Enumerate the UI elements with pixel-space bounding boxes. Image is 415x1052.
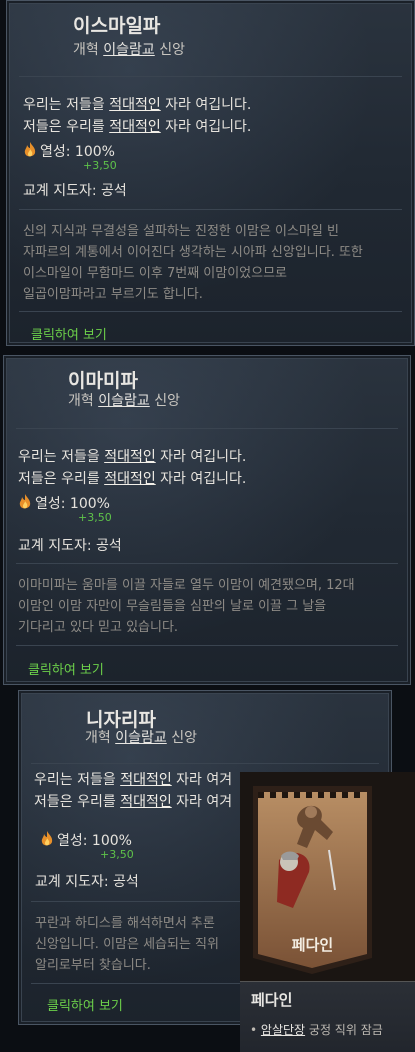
- info-title: 페다인: [251, 991, 293, 1009]
- hostility-line-2: 저들은 우리를 적대적인 자라 여깁니다.: [23, 119, 252, 135]
- crescent-moon-icon: [33, 21, 55, 65]
- flame-icon: [41, 831, 53, 846]
- banner-label: 페다인: [291, 936, 334, 954]
- fervor-bonus: +3,50: [83, 159, 117, 172]
- hostility-line-2: 저들은 우리를 적대적인 자라 여겨: [34, 794, 233, 810]
- hostile-link[interactable]: 적대적인: [109, 97, 161, 113]
- click-to-view[interactable]: 클릭하여 보기: [47, 995, 123, 1014]
- hostile-link[interactable]: 적대적인: [104, 449, 156, 465]
- flame-icon: [24, 142, 36, 157]
- divider: [19, 76, 402, 77]
- info-line: • 암살단장 궁정 직위 잠금: [250, 1023, 383, 1037]
- crescent-moon-icon: [41, 709, 63, 753]
- religion-link[interactable]: 이슬람교: [103, 42, 155, 58]
- crescent-moon-icon: [26, 374, 48, 418]
- fervor-line: 열성: 100%: [23, 141, 115, 161]
- faith-card-imami[interactable]: 이마미파 개혁 이슬람교 신앙 우리는 저들을 적대적인 자라 여깁니다. 저들…: [3, 355, 411, 685]
- religion-link[interactable]: 이슬람교: [98, 393, 150, 409]
- fedayeen-banner-panel: 페다인: [240, 772, 415, 981]
- fervor-line: 열성: 100%: [18, 493, 110, 513]
- fervor-line: 열성: 100%: [40, 830, 132, 850]
- faith-subtitle: 개혁 이슬람교 신앙: [73, 39, 185, 59]
- hostility-line-2: 저들은 우리를 적대적인 자라 여깁니다.: [18, 471, 247, 487]
- fervor-value: 열성: 100%: [35, 496, 110, 512]
- fervor-value: 열성: 100%: [57, 833, 132, 849]
- faith-description: 꾸란과 하디스를 해석하면서 추론 신앙입니다. 이맘은 세습되는 직위 알리로…: [35, 916, 219, 973]
- hostile-link[interactable]: 적대적인: [120, 794, 172, 810]
- religious-head: 교계 지도자: 공석: [35, 874, 139, 890]
- faith-title: 이마미파: [68, 370, 138, 392]
- faith-description: 신의 지식과 무결성을 설파하는 진정한 이맘은 이스마일 빈 자파르의 계통에…: [23, 224, 363, 302]
- religion-link[interactable]: 이슬람교: [115, 730, 167, 746]
- religious-head: 교계 지도자: 공석: [23, 183, 127, 199]
- click-to-view[interactable]: 클릭하여 보기: [31, 324, 107, 343]
- divider: [16, 645, 398, 646]
- faith-title: 이스마일파: [73, 15, 161, 37]
- divider: [16, 428, 398, 429]
- faith-card-ismaili[interactable]: 이스마일파 개혁 이슬람교 신앙 우리는 저들을 적대적인 자라 여깁니다. 저…: [6, 0, 415, 346]
- hostility-line-1: 우리는 저들을 적대적인 자라 여깁니다.: [23, 97, 252, 113]
- subtitle-prefix: 개혁: [73, 42, 99, 58]
- faith-subtitle: 개혁 이슬람교 신앙: [85, 730, 197, 746]
- divider: [19, 311, 402, 312]
- fervor-bonus: +3,50: [78, 511, 112, 524]
- divider: [31, 763, 379, 764]
- hostile-link[interactable]: 적대적인: [104, 471, 156, 487]
- fedayeen-info-panel: 페다인 • 암살단장 궁정 직위 잠금: [240, 981, 415, 1052]
- subtitle-suffix: 신앙: [159, 42, 185, 58]
- court-position-link[interactable]: 암살단장: [261, 1023, 305, 1037]
- divider: [16, 563, 398, 564]
- hostile-link[interactable]: 적대적인: [109, 119, 161, 135]
- divider: [19, 209, 402, 210]
- hostility-line-1: 우리는 저들을 적대적인 자라 여깁니다.: [18, 449, 247, 465]
- hostility-line-1: 우리는 저들을 적대적인 자라 여겨: [34, 772, 233, 788]
- fervor-bonus: +3,50: [100, 848, 134, 861]
- click-to-view[interactable]: 클릭하여 보기: [28, 659, 104, 678]
- faith-description: 이마미파는 움마를 이끌 자들로 열두 이맘이 예견됐으며, 12대 이맘인 이…: [18, 578, 355, 635]
- faith-subtitle: 개혁 이슬람교 신앙: [68, 393, 180, 409]
- flame-icon: [19, 494, 31, 509]
- fervor-value: 열성: 100%: [40, 144, 115, 160]
- religious-head: 교계 지도자: 공석: [18, 538, 122, 554]
- hostile-link[interactable]: 적대적인: [120, 772, 172, 788]
